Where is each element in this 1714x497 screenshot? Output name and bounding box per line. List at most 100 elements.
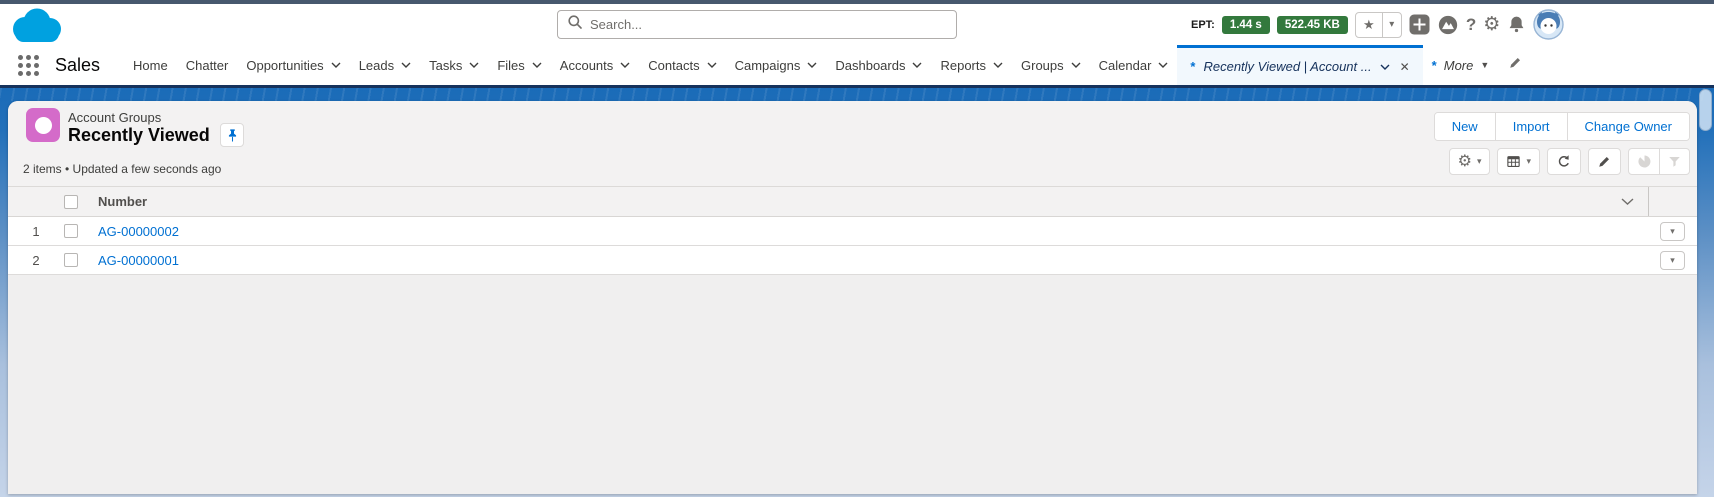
- tab-dashboards[interactable]: Dashboards: [826, 45, 931, 85]
- chevron-down-icon: [807, 62, 817, 68]
- chevron-down-icon: [1158, 62, 1168, 68]
- star-icon: ★: [1363, 17, 1375, 33]
- list-view-controls: ⚙ ▾ ▾: [1449, 148, 1690, 175]
- ept-time-badge: 1.44 s: [1222, 16, 1270, 34]
- table-row[interactable]: 1 AG-00000002 ▾: [8, 217, 1697, 246]
- pin-list-button[interactable]: [220, 123, 244, 147]
- column-header-number[interactable]: Number: [98, 194, 147, 209]
- global-actions-button[interactable]: [1409, 14, 1430, 35]
- select-all-checkbox[interactable]: [64, 195, 78, 209]
- app-name: Sales: [55, 55, 100, 76]
- tab-files[interactable]: Files: [488, 45, 550, 85]
- tab-chatter[interactable]: Chatter: [177, 45, 238, 85]
- tab-recently-viewed-account-groups[interactable]: * Recently Viewed | Account ... ✕: [1177, 45, 1422, 85]
- list-view-selector[interactable]: Recently Viewed ▼: [68, 125, 230, 146]
- app-launcher-button[interactable]: [18, 55, 39, 76]
- utility-bar: EPT: 1.44 s 522.45 KB ★ ▾ ?: [1191, 4, 1564, 45]
- caret-down-icon: ▾: [1477, 156, 1482, 167]
- caret-down-icon: ▾: [1526, 156, 1531, 167]
- setup-button[interactable]: ⚙: [1483, 15, 1500, 34]
- pencil-icon: [1508, 55, 1523, 70]
- row-checkbox[interactable]: [64, 224, 78, 238]
- table-row[interactable]: 2 AG-00000001 ▾: [8, 246, 1697, 275]
- vertical-scrollbar[interactable]: [1699, 89, 1712, 131]
- chevron-down-icon: [401, 62, 411, 68]
- background-texture: [0, 88, 1714, 101]
- list-view-card: Account Groups Recently Viewed ▼ 2 items…: [8, 101, 1697, 494]
- list-settings-button[interactable]: ⚙ ▾: [1449, 148, 1491, 175]
- tab-groups[interactable]: Groups: [1012, 45, 1090, 85]
- change-owner-button[interactable]: Change Owner: [1567, 113, 1689, 140]
- refresh-icon: [1556, 154, 1572, 170]
- filter-funnel-icon: [1667, 154, 1682, 169]
- caret-down-icon: ▾: [1670, 255, 1675, 266]
- tab-tasks[interactable]: Tasks: [420, 45, 488, 85]
- filter-button[interactable]: [1659, 149, 1689, 174]
- object-label: Account Groups: [68, 110, 161, 125]
- gear-icon: ⚙: [1458, 154, 1472, 170]
- guidance-mountain-icon: [1437, 14, 1459, 36]
- row-number-column-header: [8, 187, 64, 216]
- record-link[interactable]: AG-00000002: [98, 224, 179, 239]
- row-number: 1: [8, 217, 64, 245]
- display-as-button[interactable]: ▾: [1497, 148, 1540, 175]
- chevron-down-icon: [469, 62, 479, 68]
- chevron-down-icon: [993, 62, 1003, 68]
- chevron-down-icon[interactable]: [1380, 64, 1390, 70]
- row-checkbox[interactable]: [64, 253, 78, 267]
- import-button[interactable]: Import: [1495, 113, 1567, 140]
- tab-calendar[interactable]: Calendar: [1090, 45, 1178, 85]
- table-header-row: Number: [8, 187, 1697, 217]
- search-input[interactable]: [590, 17, 946, 32]
- close-icon[interactable]: ✕: [1400, 60, 1410, 74]
- unsaved-indicator: *: [1432, 58, 1437, 73]
- chevron-down-icon: [532, 62, 542, 68]
- global-header: EPT: 1.44 s 522.45 KB ★ ▾ ?: [0, 4, 1714, 45]
- tab-more-menu[interactable]: * More ▼: [1423, 45, 1499, 85]
- active-tab-label: Recently Viewed | Account ...: [1203, 59, 1371, 74]
- ept-size-badge: 522.45 KB: [1277, 16, 1348, 34]
- help-icon: ?: [1466, 15, 1476, 35]
- row-actions-button[interactable]: ▾: [1660, 251, 1685, 270]
- pencil-icon: [1597, 154, 1612, 169]
- column-menu-chevron-icon[interactable]: [1621, 198, 1634, 205]
- nav-tabs: Home Chatter Opportunities Leads Tasks F…: [124, 45, 1523, 85]
- account-groups-object-icon: [26, 108, 60, 142]
- row-number: 2: [8, 246, 64, 274]
- ept-label: EPT:: [1191, 19, 1215, 31]
- notifications-button[interactable]: [1507, 15, 1526, 34]
- avatar-astro-icon: [1533, 9, 1564, 40]
- tab-campaigns[interactable]: Campaigns: [726, 45, 827, 85]
- favorites-menu-button[interactable]: ▾: [1383, 13, 1401, 37]
- edit-navigation-button[interactable]: [1508, 55, 1523, 75]
- new-button[interactable]: New: [1435, 113, 1495, 140]
- tab-leads[interactable]: Leads: [350, 45, 420, 85]
- chart-filter-group: [1628, 148, 1690, 175]
- help-button[interactable]: ?: [1466, 15, 1476, 35]
- tab-reports[interactable]: Reports: [931, 45, 1012, 85]
- pin-icon: [226, 128, 239, 143]
- record-link[interactable]: AG-00000001: [98, 253, 179, 268]
- tab-home[interactable]: Home: [124, 45, 177, 85]
- favorites-star-button[interactable]: ★: [1356, 13, 1383, 37]
- tab-opportunities[interactable]: Opportunities: [237, 45, 349, 85]
- user-avatar[interactable]: [1533, 9, 1564, 40]
- guidance-center-button[interactable]: [1437, 14, 1459, 36]
- tab-contacts[interactable]: Contacts: [639, 45, 725, 85]
- edit-list-button[interactable]: [1588, 148, 1621, 175]
- app-navigation-bar: Sales Home Chatter Opportunities Leads T…: [0, 45, 1714, 85]
- tab-accounts[interactable]: Accounts: [551, 45, 639, 85]
- select-all-cell: [64, 187, 92, 216]
- page-title: Recently Viewed: [68, 125, 210, 146]
- row-actions-button[interactable]: ▾: [1660, 222, 1685, 241]
- gear-icon: ⚙: [1483, 15, 1500, 34]
- status-text: 2 items • Updated a few seconds ago: [23, 162, 221, 176]
- search-icon: [568, 15, 582, 34]
- global-search[interactable]: [557, 10, 957, 39]
- chevron-down-icon: [1071, 62, 1081, 68]
- chevron-down-icon: [707, 62, 717, 68]
- refresh-button[interactable]: [1547, 148, 1581, 175]
- caret-down-icon: ▾: [1670, 226, 1675, 237]
- plus-icon: [1409, 14, 1430, 35]
- charts-button[interactable]: [1629, 149, 1659, 174]
